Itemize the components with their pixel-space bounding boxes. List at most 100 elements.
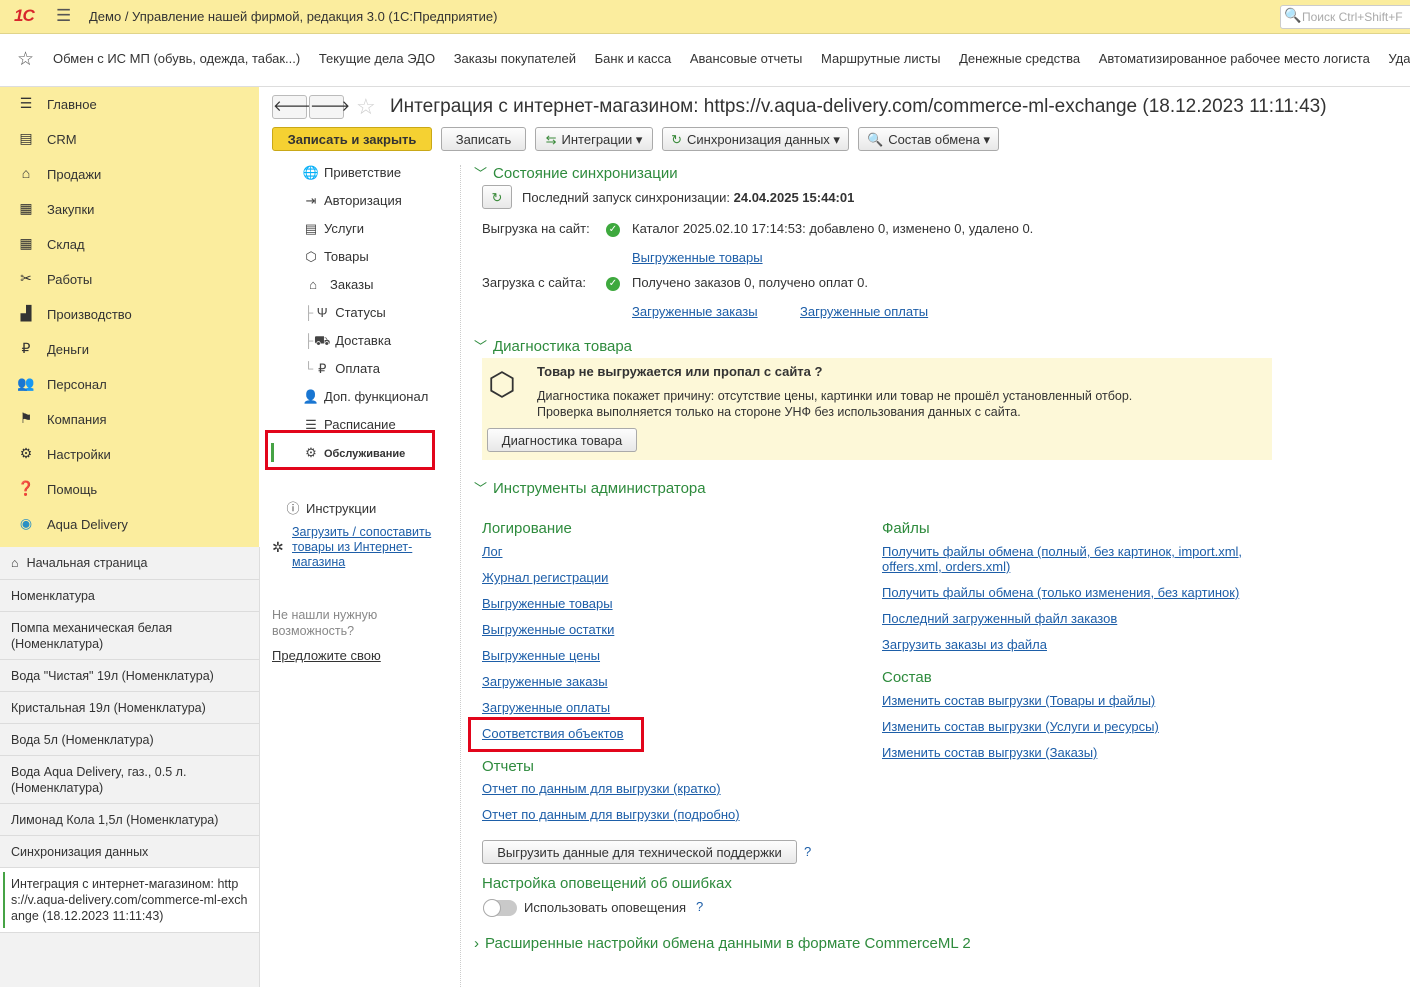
main-menu-icon[interactable]: ☰ <box>56 6 71 26</box>
composition-goods-link[interactable]: Изменить состав выгрузки (Товары и файлы… <box>882 693 1155 708</box>
open-window-item-active[interactable]: Интеграция с интернет-магазином: https:/… <box>0 867 259 933</box>
open-window-item[interactable]: Вода "Чистая" 19л (Номенклатура) <box>0 659 259 692</box>
get-exchange-files-full-link[interactable]: Получить файлы обмена (полный, без карти… <box>882 544 1242 559</box>
section-statuses[interactable]: ├ Ψ Статусы <box>304 305 386 320</box>
diagnostics-header[interactable]: ﹀ Диагностика товара <box>474 336 632 355</box>
sidebar-item-production[interactable]: ▟ Производство <box>0 297 259 332</box>
sidebar-item-main[interactable]: ☰ Главное <box>0 87 259 122</box>
section-maintenance[interactable]: ⚙ Обслуживание <box>302 445 405 461</box>
section-greeting[interactable]: 🌐 Приветствие <box>302 165 401 181</box>
help-question-icon[interactable]: ? <box>804 844 811 859</box>
upload-label: Выгрузка на сайт: <box>482 221 590 236</box>
section-orders[interactable]: ⌂ Заказы <box>304 277 373 292</box>
sidebar-item-warehouse[interactable]: ▦ Склад <box>0 227 259 262</box>
notify-title: Настройка оповещений об ошибках <box>482 875 732 892</box>
fav-item[interactable]: Текущие дела ЭДО <box>319 51 435 66</box>
notify-toggle[interactable] <box>483 899 517 917</box>
exchange-composition-button[interactable]: 🔍 Состав обмена ▾ <box>858 127 999 151</box>
sidebar-item-aqua-delivery[interactable]: ◉ Aqua Delivery <box>0 507 259 542</box>
save-and-close-button[interactable]: Записать и закрыть <box>272 127 432 151</box>
factory-icon: ▟ <box>20 305 32 321</box>
download-label: Загрузка с сайта: <box>482 275 586 290</box>
sidebar-item-sales[interactable]: ⌂ Продажи <box>0 157 259 192</box>
download-status: Получено заказов 0, получено оплат 0. <box>632 275 868 290</box>
suggest-link[interactable]: Предложите свою <box>272 648 381 663</box>
integrations-button[interactable]: ⇆ Интеграции ▾ <box>535 127 653 151</box>
fav-item[interactable]: Заказы покупателей <box>454 51 576 66</box>
favorites-list: Обмен с ИС МП (обувь, одежда, табак...) … <box>53 51 1410 66</box>
diagnostics-line2: Проверка выполняется только на стороне У… <box>537 405 1021 419</box>
fav-item[interactable]: Авансовые отчеты <box>690 51 803 66</box>
get-exchange-files-changes-link[interactable]: Получить файлы обмена (только изменения,… <box>882 585 1239 600</box>
sidebar-item-money[interactable]: ₽ Деньги <box>0 332 259 367</box>
composition-orders-link[interactable]: Изменить состав выгрузки (Заказы) <box>882 745 1097 760</box>
fav-item[interactable]: Банк и касса <box>595 51 672 66</box>
refresh-icon: ↻ <box>671 132 682 147</box>
sync-state-header[interactable]: ﹀ Состояние синхронизации <box>474 163 678 182</box>
search-input[interactable]: 🔍 Поиск Ctrl+Shift+F <box>1280 5 1410 29</box>
fav-item[interactable]: Денежные средства <box>959 51 1080 66</box>
sidebar-item-company[interactable]: ⚑ Компания <box>0 402 259 437</box>
app-logo[interactable]: 1С <box>14 6 35 26</box>
open-window-item[interactable]: Помпа механическая белая (Номенклатура) <box>0 611 259 660</box>
uploaded-stock-link[interactable]: Выгруженные остатки <box>482 622 614 637</box>
extended-settings-header[interactable]: › Расширенные настройки обмена данными в … <box>474 935 971 952</box>
loaded-payments-link[interactable]: Загруженные оплаты <box>800 304 928 319</box>
last-orders-file-link[interactable]: Последний загруженный файл заказов <box>882 611 1117 626</box>
section-extra[interactable]: 👤 Доп. функционал <box>302 389 428 405</box>
instructions-link[interactable]: ⓘ Инструкции <box>284 498 376 517</box>
open-window-item[interactable]: Вода 5л (Номенклатура) <box>0 723 259 756</box>
fav-item[interactable]: Обмен с ИС МП (обувь, одежда, табак...) <box>53 51 300 66</box>
report-detailed-link[interactable]: Отчет по данным для выгрузки (подробно) <box>482 807 740 822</box>
open-window-item[interactable]: Вода Aqua Delivery, газ., 0.5 л. (Номенк… <box>0 755 259 804</box>
section-goods[interactable]: ⬡ Товары <box>302 249 368 265</box>
sidebar-item-works[interactable]: ✂ Работы <box>0 262 259 297</box>
sidebar-item-crm[interactable]: ▤ CRM <box>0 122 259 157</box>
open-window-item[interactable]: Лимонад Кола 1,5л (Номенклатура) <box>0 803 259 836</box>
sidebar-item-purchases[interactable]: ▦ Закупки <box>0 192 259 227</box>
uploaded-goods-link[interactable]: Выгруженные товары <box>632 250 763 265</box>
open-window-item[interactable]: Синхронизация данных <box>0 835 259 868</box>
fav-item[interactable]: Автоматизированное рабочее место логиста <box>1099 51 1370 66</box>
composition-services-link[interactable]: Изменить состав выгрузки (Услуги и ресур… <box>882 719 1159 734</box>
reports-title: Отчеты <box>482 758 534 775</box>
section-authorization[interactable]: ⇥ Авторизация <box>302 193 402 209</box>
forward-button[interactable]: 🡒 <box>309 95 350 119</box>
uploaded-prices-link[interactable]: Выгруженные цены <box>482 648 600 663</box>
admin-tools-header[interactable]: ﹀ Инструменты администратора <box>474 478 706 497</box>
favorites-star-icon[interactable]: ☆ <box>17 48 34 71</box>
export-support-data-button[interactable]: Выгрузить данные для технической поддерж… <box>482 840 797 864</box>
get-exchange-files-full-link-cont[interactable]: offers.xml, orders.xml) <box>882 559 1010 574</box>
menu-icon: ☰ <box>19 95 33 111</box>
refresh-sync-button[interactable]: ↻ <box>482 185 512 209</box>
loaded-orders-link[interactable]: Загруженные заказы <box>482 674 608 689</box>
divider <box>460 165 462 987</box>
sidebar-item-settings[interactable]: ⚙ Настройки <box>0 437 259 472</box>
fav-item[interactable]: Удал <box>1388 51 1410 66</box>
favorite-star-icon[interactable]: ☆ <box>356 94 376 120</box>
back-button[interactable]: 🡐 <box>272 95 313 119</box>
sidebar-item-help[interactable]: ❓ Помощь <box>0 472 259 507</box>
sidebar-item-staff[interactable]: 👥 Персонал <box>0 367 259 402</box>
sync-data-button[interactable]: ↻ Синхронизация данных ▾ <box>662 127 849 151</box>
section-services[interactable]: ▤ Услуги <box>302 221 364 237</box>
section-payment[interactable]: └ ₽ Оплата <box>304 361 380 377</box>
loaded-orders-link[interactable]: Загруженные заказы <box>632 304 758 319</box>
notify-toggle-label: Использовать оповещения <box>524 900 687 915</box>
open-window-home[interactable]: ⌂ Начальная страница <box>0 547 259 579</box>
save-button[interactable]: Записать <box>441 127 526 151</box>
diagnostics-button[interactable]: Диагностика товара <box>487 428 637 452</box>
object-mapping-link[interactable]: Соответствия объектов <box>482 726 624 741</box>
loaded-payments-link[interactable]: Загруженные оплаты <box>482 700 610 715</box>
load-orders-from-file-link[interactable]: Загрузить заказы из файла <box>882 637 1047 652</box>
help-question-icon[interactable]: ? <box>696 899 703 914</box>
open-window-item[interactable]: Кристальная 19л (Номенклатура) <box>0 691 259 724</box>
report-brief-link[interactable]: Отчет по данным для выгрузки (кратко) <box>482 781 721 796</box>
registration-journal-link[interactable]: Журнал регистрации <box>482 570 608 585</box>
uploaded-goods-link[interactable]: Выгруженные товары <box>482 596 613 611</box>
fav-item[interactable]: Маршрутные листы <box>821 51 940 66</box>
section-delivery[interactable]: ├⛟ Доставка <box>304 333 391 351</box>
load-match-goods-link[interactable]: Загрузить / сопоставить товары из Интерн… <box>292 525 432 570</box>
log-link[interactable]: Лог <box>482 544 503 559</box>
open-window-item[interactable]: Номенклатура <box>0 579 259 612</box>
